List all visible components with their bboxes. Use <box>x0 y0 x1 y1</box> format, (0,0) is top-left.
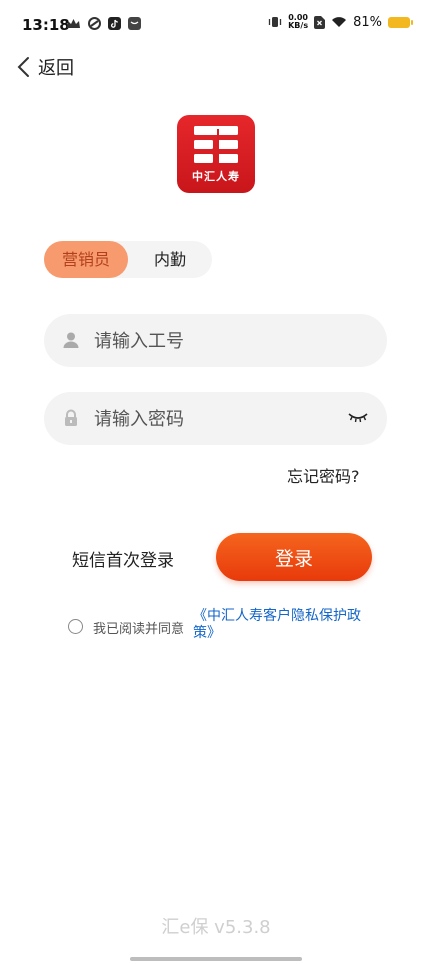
employee-id-field <box>44 314 387 369</box>
privacy-policy-link[interactable]: 《中汇人寿客户隐私保护政策》 <box>193 608 373 642</box>
no-sim-icon <box>314 15 326 29</box>
logo-text: 中汇人寿 <box>192 170 240 183</box>
agreement-text: 我已阅读并同意 <box>93 622 185 637</box>
password-field <box>44 392 387 447</box>
home-indicator[interactable] <box>130 957 302 961</box>
password-input[interactable] <box>92 392 346 447</box>
battery-percent: 81% <box>353 14 382 30</box>
tab-staff[interactable]: 内勤 <box>128 241 212 278</box>
agreement-radio[interactable] <box>68 619 83 634</box>
notification-icons <box>66 17 141 30</box>
status-time: 13:18 <box>22 16 70 34</box>
message-icon <box>128 17 141 30</box>
tab-sales[interactable]: 营销员 <box>44 241 128 278</box>
status-bar: 13:18 0.00 KB/s 81% <box>0 0 432 50</box>
logo-mark-icon <box>194 126 238 163</box>
login-button[interactable]: 登录 <box>216 533 372 581</box>
employee-id-input[interactable] <box>92 314 346 369</box>
net-speed: 0.00 KB/s <box>288 14 308 30</box>
lock-icon <box>65 409 77 426</box>
user-icon <box>63 332 79 348</box>
battery-icon <box>388 16 413 28</box>
app-notification-icon <box>88 17 101 30</box>
tiktok-icon <box>108 17 121 30</box>
chevron-left-icon <box>17 57 29 77</box>
role-tabs: 营销员 内勤 <box>44 241 212 278</box>
app-logo: 中汇人寿 <box>177 115 255 193</box>
net-speed-unit: KB/s <box>288 21 309 30</box>
vibrate-icon <box>268 17 282 27</box>
crown-icon <box>67 18 80 28</box>
eye-closed-icon[interactable] <box>347 411 369 425</box>
app-version: 汇e保 v5.3.8 <box>161 917 271 938</box>
forgot-password-link[interactable]: 忘记密码? <box>287 463 360 487</box>
back-label: 返回 <box>38 58 74 79</box>
system-icons: 0.00 KB/s 81% <box>268 14 413 30</box>
wifi-icon <box>332 17 347 27</box>
back-button[interactable]: 返回 <box>16 53 74 81</box>
sms-login-link[interactable]: 短信首次登录 <box>72 546 174 571</box>
